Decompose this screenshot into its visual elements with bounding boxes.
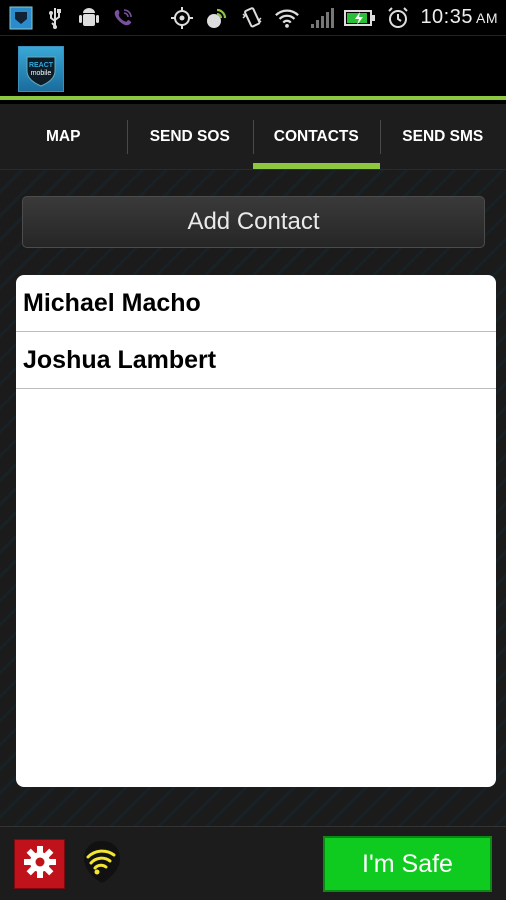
- status-bar: 10:35 AM: [0, 0, 506, 36]
- add-contact-button[interactable]: Add Contact: [22, 196, 485, 248]
- wifi-icon: [274, 5, 300, 31]
- usb-icon: [42, 5, 68, 31]
- battery-charging-icon: [344, 5, 376, 31]
- gear-icon: [21, 843, 59, 886]
- tab-bar: MAP SEND SOS CONTACTS SEND SMS: [0, 104, 506, 170]
- tab-send-sms[interactable]: SEND SMS: [379, 104, 506, 169]
- logo-text-mobile: mobile: [31, 70, 52, 77]
- contacts-panel: Add Contact Michael Macho Joshua Lambert: [0, 170, 506, 826]
- tab-map[interactable]: MAP: [0, 104, 127, 169]
- wifi-signal-icon: [80, 837, 124, 892]
- contact-list[interactable]: Michael Macho Joshua Lambert: [16, 275, 496, 787]
- bottom-bar: I'm Safe: [0, 826, 506, 900]
- tab-contacts[interactable]: CONTACTS: [253, 104, 380, 169]
- logo-text-react: REACT: [29, 62, 54, 69]
- system-icons: 10:35 AM: [169, 5, 506, 31]
- gps-icon: [169, 5, 195, 31]
- contact-item-joshua-lambert[interactable]: Joshua Lambert: [16, 332, 496, 389]
- clock-ampm: AM: [476, 10, 498, 26]
- signal-button[interactable]: [80, 839, 124, 889]
- viber-icon: [110, 5, 136, 31]
- contact-item-michael-macho[interactable]: Michael Macho: [16, 275, 496, 332]
- notification-icons: [0, 5, 136, 31]
- alarm-icon: [385, 5, 411, 31]
- clock-time: 10:35: [420, 6, 473, 28]
- tab-send-sos[interactable]: SEND SOS: [126, 104, 254, 169]
- react-mobile-app-icon: [8, 5, 34, 31]
- cell-signal-icon: [309, 5, 335, 31]
- settings-button[interactable]: [14, 839, 65, 889]
- react-mobile-logo: REACT mobile: [18, 46, 64, 92]
- clock: 10:35 AM: [420, 6, 498, 29]
- vibrate-icon: [239, 5, 265, 31]
- android-debug-icon: [76, 5, 102, 31]
- im-safe-button[interactable]: I'm Safe: [323, 836, 492, 892]
- sync-icon: [204, 5, 230, 31]
- app-header: REACT mobile: [0, 36, 506, 100]
